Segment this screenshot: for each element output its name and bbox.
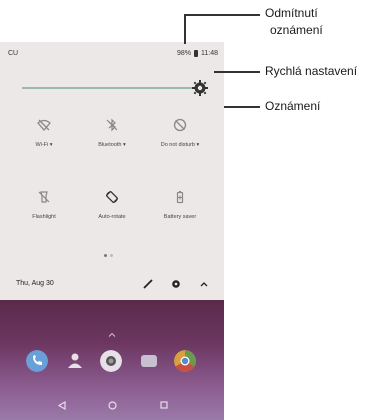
tile-label: Auto-rotate (98, 214, 126, 220)
tile-do-not-disturb[interactable]: Do not disturb ▾ (150, 118, 210, 168)
phone-app-icon[interactable] (26, 350, 48, 372)
tile-label: Bluetooth ▾ (98, 142, 126, 148)
phone-screen: CU 98% 11:48 Wi-Fi ▾ Bluetooth ▾ Do not … (0, 42, 224, 420)
page-dot (110, 254, 113, 257)
collapse-chevron-up-icon[interactable] (198, 278, 210, 290)
tile-flashlight[interactable]: Flashlight (14, 190, 74, 240)
date-actions (142, 278, 210, 290)
brightness-slider[interactable] (22, 80, 212, 96)
status-right: 98% 11:48 (177, 50, 218, 57)
tile-wifi[interactable]: Wi-Fi ▾ (14, 118, 74, 168)
settings-icon[interactable] (170, 278, 182, 290)
messages-app-icon[interactable] (138, 350, 160, 372)
battery-icon (194, 50, 198, 57)
swipe-up-chevron-icon (108, 332, 116, 337)
callout-quick-settings: Rychlá nastavení (265, 64, 358, 78)
edit-pencil-icon[interactable] (142, 278, 154, 290)
callout-line-dismiss-vertical (184, 14, 186, 44)
settings-gear-icon[interactable] (192, 80, 208, 96)
callout-line-notifications (224, 106, 260, 108)
back-icon[interactable] (58, 401, 66, 410)
callout-dismiss-line1: Odmítnutí (265, 6, 318, 20)
status-bar: CU 98% 11:48 (0, 42, 224, 64)
tile-label: Wi-Fi ▾ (35, 142, 53, 148)
callout-notifications: Oznámení (265, 99, 321, 113)
clock: 11:48 (201, 50, 218, 57)
chrome-app-icon[interactable] (174, 350, 196, 372)
date-label: Thu, Aug 30 (16, 280, 54, 287)
page-dot-active (104, 254, 107, 257)
camera-app-icon[interactable] (100, 350, 122, 372)
flashlight-icon (38, 191, 50, 203)
battery-percent: 98% (176, 50, 191, 57)
wifi-off-icon (37, 119, 51, 131)
tile-battery-saver[interactable]: Battery saver (150, 190, 210, 240)
auto-rotate-icon (106, 191, 118, 203)
date-row: Thu, Aug 30 (0, 272, 224, 298)
page-indicator (104, 254, 113, 257)
tile-label: Battery saver (163, 214, 197, 220)
app-dock (0, 346, 224, 376)
carrier-label: CU (8, 50, 19, 57)
brightness-track[interactable] (22, 87, 192, 89)
battery-saver-icon (176, 191, 184, 204)
recents-icon[interactable] (160, 401, 168, 409)
do-not-disturb-icon (173, 118, 187, 132)
navigation-bar (0, 392, 224, 420)
tile-label: Do not disturb ▾ (160, 142, 200, 148)
home-icon[interactable] (108, 401, 117, 410)
tile-bluetooth[interactable]: Bluetooth ▾ (82, 118, 142, 168)
callout-line-quick-settings (214, 71, 260, 73)
callout-line-dismiss-horizontal (184, 14, 260, 16)
bluetooth-off-icon (106, 118, 118, 132)
tile-auto-rotate[interactable]: Auto-rotate (82, 190, 142, 240)
callout-dismiss-line2: oznámení (270, 23, 323, 37)
contacts-app-icon[interactable] (64, 350, 86, 372)
tile-label: Flashlight (32, 214, 56, 220)
